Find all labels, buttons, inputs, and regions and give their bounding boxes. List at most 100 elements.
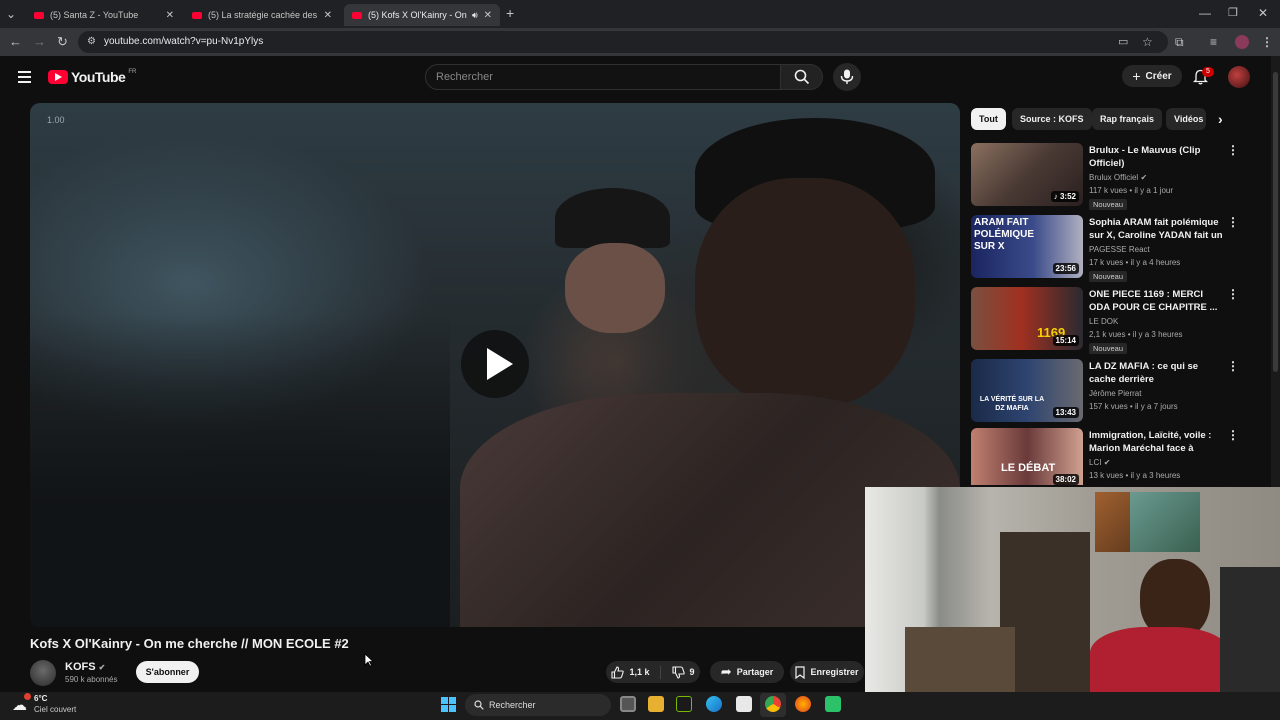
- microphone-icon: [840, 69, 854, 84]
- related-video-title[interactable]: ONE PIECE 1169 : MERCI ODA POUR CE CHAPI…: [1089, 288, 1225, 314]
- channel-avatar[interactable]: [30, 660, 56, 686]
- task-view-icon[interactable]: [620, 696, 636, 712]
- youtube-favicon-icon: [352, 11, 362, 19]
- weather-temperature[interactable]: 6°C: [34, 694, 47, 703]
- related-video-item[interactable]: ARAM FAIT POLÉMIQUE SUR X 23:56 Sophia A…: [971, 215, 1251, 282]
- cast-icon[interactable]: ▭: [1118, 31, 1128, 53]
- related-video-title[interactable]: Brulux - Le Mauvus (Clip Officiel): [1089, 144, 1225, 170]
- forward-icon[interactable]: →: [33, 35, 46, 49]
- related-video-title[interactable]: Immigration, Laïcité, voile : Marion Mar…: [1089, 429, 1225, 455]
- search-input[interactable]: Rechercher: [425, 64, 781, 90]
- subscriber-count: 590 k abonnés: [65, 675, 118, 684]
- user-avatar[interactable]: [1228, 66, 1250, 88]
- profile-icon[interactable]: [1235, 35, 1249, 49]
- browser-tab-bar: ⌄ (5) Santa Z - YouTube ✕ (5) La stratég…: [0, 0, 1280, 28]
- tab-strategie[interactable]: (5) La stratégie cachée des "Ma ✕: [184, 4, 340, 26]
- more-options-icon[interactable]: ⋮: [1227, 359, 1239, 373]
- chip-rap-francais[interactable]: Rap français: [1092, 108, 1163, 130]
- extensions-icon[interactable]: ⧉: [1175, 35, 1184, 49]
- more-options-icon[interactable]: ⋮: [1227, 215, 1239, 229]
- video-thumbnail[interactable]: LE DÉBAT 38:02: [971, 428, 1083, 485]
- save-button[interactable]: Enregistrer: [790, 661, 864, 683]
- back-icon[interactable]: ←: [9, 35, 22, 49]
- close-tab-icon[interactable]: ✕: [318, 10, 332, 21]
- channel-name[interactable]: KOFS ✔: [65, 661, 105, 673]
- app-icon[interactable]: [825, 696, 841, 712]
- scrollbar-thumb[interactable]: [1273, 72, 1278, 372]
- related-channel-name[interactable]: LE DOK: [1089, 317, 1118, 326]
- related-video-item[interactable]: LA VÉRITÉ SUR LA DZ MAFIA 13:43 LA DZ MA…: [971, 359, 1251, 425]
- close-tab-icon[interactable]: ✕: [160, 10, 174, 21]
- new-tab-icon[interactable]: +: [506, 6, 514, 20]
- related-channel-name[interactable]: LCI ✔: [1089, 458, 1110, 467]
- hamburger-menu-icon[interactable]: [18, 71, 31, 83]
- windows-start-icon[interactable]: [441, 697, 456, 712]
- webcam-poster-zelda: [1130, 492, 1200, 552]
- chip-all[interactable]: Tout: [971, 108, 1006, 130]
- related-video-item[interactable]: 1169 15:14 ONE PIECE 1169 : MERCI ODA PO…: [971, 287, 1251, 354]
- tab-santa-z[interactable]: (5) Santa Z - YouTube ✕: [26, 4, 182, 26]
- video-thumbnail[interactable]: LA VÉRITÉ SUR LA DZ MAFIA 13:43: [971, 359, 1083, 422]
- weather-alert-badge: [24, 693, 31, 700]
- minimize-icon[interactable]: —: [1199, 6, 1211, 20]
- new-badge: Nouveau: [1089, 343, 1128, 354]
- like-button[interactable]: 1,1 k: [611, 665, 661, 679]
- more-options-icon[interactable]: ⋮: [1227, 143, 1239, 157]
- chrome-icon[interactable]: [765, 696, 781, 712]
- bookmark-star-icon[interactable]: ☆: [1142, 31, 1153, 53]
- video-title: Kofs X Ol'Kainry - On me cherche // MON …: [30, 636, 349, 651]
- site-info-icon[interactable]: ⚙: [87, 31, 96, 53]
- youtube-play-logo-icon: [48, 70, 68, 84]
- chrome-menu-icon[interactable]: ⋮: [1261, 35, 1273, 49]
- video-thumbnail[interactable]: ARAM FAIT POLÉMIQUE SUR X 23:56: [971, 215, 1083, 278]
- media-control-icon[interactable]: ≡: [1210, 35, 1217, 49]
- page-scrollbar[interactable]: [1271, 56, 1280, 487]
- video-frame-face: [565, 243, 665, 333]
- tab-search-icon[interactable]: ⌄: [6, 7, 16, 21]
- url-text: youtube.com/watch?v=pu-Nv1pYlys: [104, 36, 264, 47]
- plus-icon: +: [1132, 68, 1141, 84]
- chip-source-kofs[interactable]: Source : KOFS: [1012, 108, 1092, 130]
- related-video-item[interactable]: LE DÉBAT 38:02 Immigration, Laïcité, voi…: [971, 428, 1251, 485]
- related-video-title[interactable]: Sophia ARAM fait polémique sur X, Caroli…: [1089, 216, 1225, 242]
- related-channel-name[interactable]: Brulux Officiel ✔: [1089, 173, 1147, 182]
- taskbar-search[interactable]: Rechercher: [465, 694, 611, 716]
- dislike-button[interactable]: 9: [666, 665, 695, 679]
- verified-icon: ✔: [1103, 458, 1111, 467]
- subscribe-button[interactable]: S'abonner: [136, 661, 199, 683]
- related-video-item[interactable]: ♪ 3:52 Brulux - Le Mauvus (Clip Officiel…: [971, 143, 1251, 210]
- video-thumbnail[interactable]: ♪ 3:52: [971, 143, 1083, 206]
- chevron-right-icon[interactable]: ›: [1218, 111, 1223, 127]
- video-duration: ♪ 3:52: [1050, 191, 1079, 202]
- tab-kofs-active[interactable]: (5) Kofs X Ol'Kainry - On me 🔊︎ ✕: [344, 4, 500, 26]
- related-channel-name[interactable]: Jérôme Pierrat: [1089, 389, 1141, 398]
- related-channel-name[interactable]: PAGESSE React: [1089, 245, 1150, 254]
- voice-search-button[interactable]: [833, 63, 861, 91]
- restore-icon[interactable]: ❐: [1228, 6, 1238, 20]
- video-frame-cap: [555, 188, 670, 248]
- video-frame-face-front: [695, 178, 915, 408]
- video-duration: 23:56: [1052, 263, 1079, 274]
- address-bar[interactable]: ⚙ youtube.com/watch?v=pu-Nv1pYlys ▭ ☆: [78, 31, 1168, 53]
- windows-taskbar: [0, 692, 1280, 720]
- firefox-icon[interactable]: [795, 696, 811, 712]
- store-icon[interactable]: [736, 696, 752, 712]
- chip-videos[interactable]: Vidéos: [1166, 108, 1206, 130]
- share-button[interactable]: ➦ Partager: [710, 661, 784, 683]
- play-button[interactable]: [461, 330, 529, 398]
- close-tab-icon[interactable]: ✕: [478, 10, 492, 21]
- nvidia-icon[interactable]: [676, 696, 692, 712]
- search-button[interactable]: [781, 64, 823, 90]
- youtube-logo[interactable]: YouTube FR: [48, 69, 136, 85]
- more-options-icon[interactable]: ⋮: [1227, 428, 1239, 442]
- reload-icon[interactable]: ↻: [57, 35, 68, 49]
- related-video-title[interactable]: LA DZ MAFIA : ce qui se cache derrière: [1089, 360, 1225, 386]
- close-window-icon[interactable]: ✕: [1258, 6, 1268, 20]
- video-thumbnail[interactable]: 1169 15:14: [971, 287, 1083, 350]
- more-options-icon[interactable]: ⋮: [1227, 287, 1239, 301]
- file-explorer-icon[interactable]: [648, 696, 664, 712]
- create-button[interactable]: + Créer: [1122, 65, 1182, 87]
- edge-icon[interactable]: [706, 696, 722, 712]
- related-video-meta: 2,1 k vues • il y a 3 heures: [1089, 330, 1183, 339]
- weather-description: Ciel couvert: [34, 705, 77, 714]
